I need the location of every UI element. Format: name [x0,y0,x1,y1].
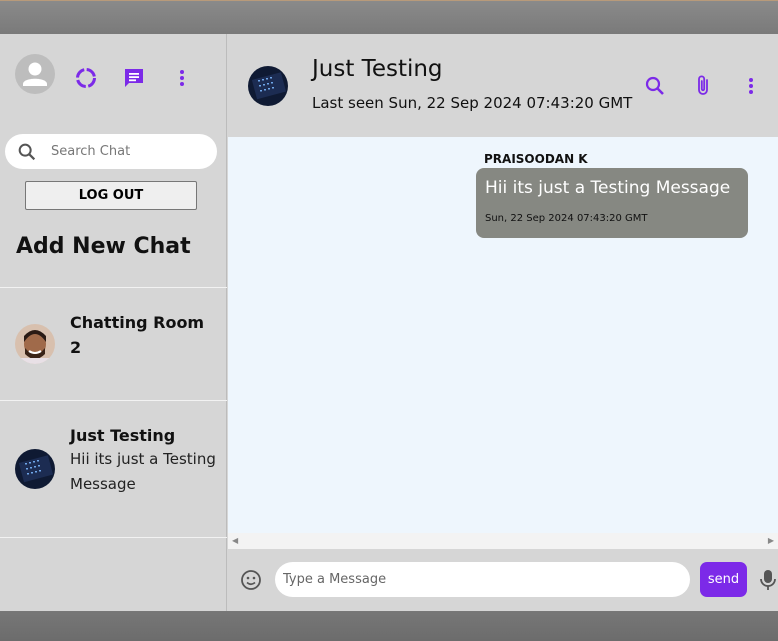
chat-title: Just Testing [312,56,443,82]
emoji-button[interactable] [237,566,265,594]
search-icon [645,76,664,95]
search-input[interactable] [51,140,211,162]
chat-list-item[interactable]: Chatting Room 2 [0,288,227,400]
window-bottom-bar [0,611,778,641]
mic-button[interactable] [758,566,778,594]
window-top-bar [0,0,778,34]
horizontal-scrollbar[interactable]: ◀ ▶ [228,533,778,549]
last-seen-text: Last seen Sun, 22 Sep 2024 07:43:20 GMT [312,94,633,112]
composer: send [228,549,778,611]
message-text: Hii its just a Testing Message [485,178,731,198]
message-bubble: Hii its just a Testing Message Sun, 22 S… [476,168,748,238]
chat-preview: Hii its just a Testing Message [70,450,216,493]
emoji-icon [241,570,261,590]
send-button[interactable]: send [700,562,747,597]
message-sender: PRAISOODAN K [484,152,588,166]
sidebar: LOG OUT Add New Chat Chatting Room 2 [0,34,227,611]
add-new-chat[interactable]: Add New Chat [16,234,191,259]
status-button[interactable] [72,64,100,92]
chat-list-item[interactable]: Just Testing Hii its just a Testing Mess… [0,401,227,513]
scroll-left-icon[interactable]: ◀ [232,536,238,545]
chat-icon [125,69,143,87]
search-icon [18,143,36,161]
message-input[interactable] [275,562,690,597]
more-vert-icon [180,70,184,86]
contact-avatar[interactable] [248,66,288,106]
user-avatar[interactable] [15,54,55,94]
message-area: PRAISOODAN K Hii its just a Testing Mess… [228,137,778,565]
sidebar-header [0,34,227,122]
chat-avatar [15,449,55,489]
attach-icon [698,75,708,95]
chat-main: Just Testing Last seen Sun, 22 Sep 2024 … [228,34,778,611]
scroll-right-icon[interactable]: ▶ [768,536,774,545]
chat-name: Just Testing [70,426,176,445]
chat-name: Chatting Room 2 [70,313,205,357]
chat-search-button[interactable] [641,72,669,100]
search-box [5,134,217,169]
chat-header: Just Testing Last seen Sun, 22 Sep 2024 … [228,34,778,137]
divider [0,537,227,538]
person-icon [23,62,47,86]
attach-button[interactable] [689,72,717,100]
new-chat-button[interactable] [120,64,148,92]
chat-avatar [15,324,55,364]
status-icon [76,68,96,88]
more-vert-icon [749,78,753,94]
chat-menu-button[interactable] [737,72,765,100]
logout-button[interactable]: LOG OUT [25,181,197,210]
chat-app: LOG OUT Add New Chat Chatting Room 2 [0,34,778,611]
message-time: Sun, 22 Sep 2024 07:43:20 GMT [485,213,648,224]
mic-icon [760,570,776,590]
sidebar-menu-button[interactable] [168,64,196,92]
